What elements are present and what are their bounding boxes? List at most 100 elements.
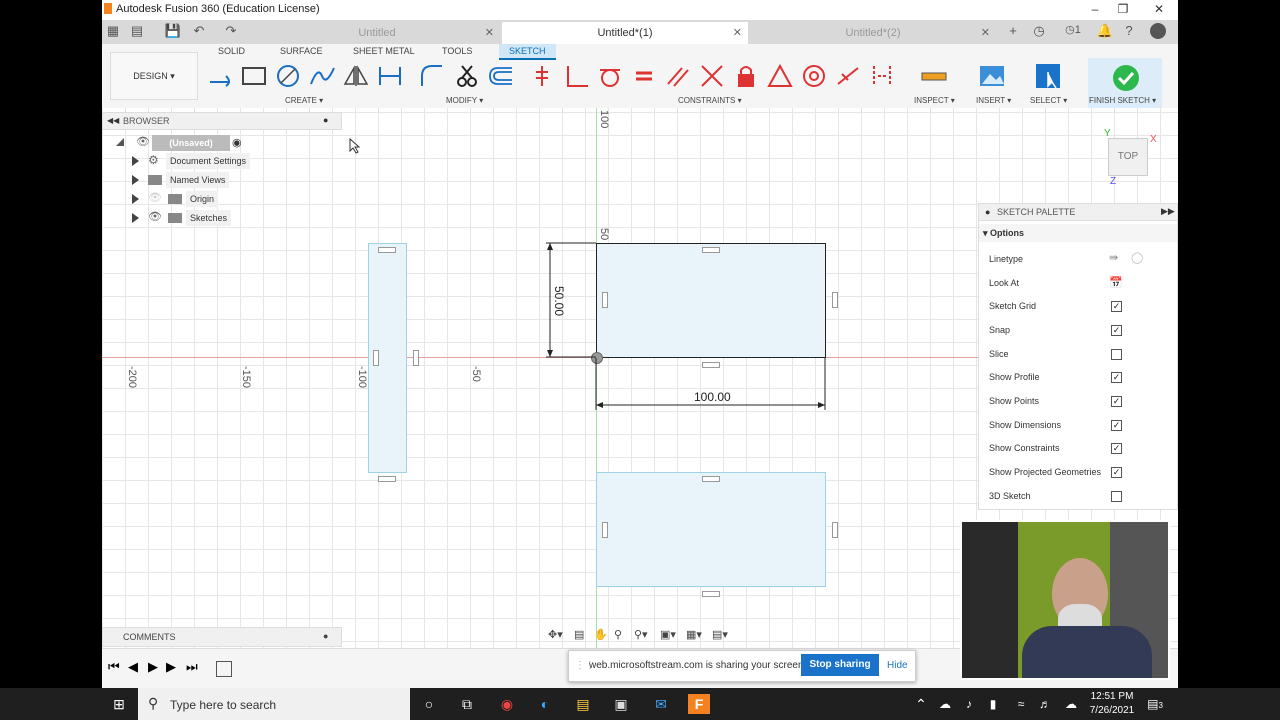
show-profile-checkbox[interactable]: ✓ bbox=[1111, 372, 1122, 383]
sketch-grid-checkbox[interactable]: ✓ bbox=[1111, 301, 1122, 312]
file-menu-icon[interactable]: ▤ bbox=[128, 23, 146, 39]
add-comment-icon[interactable]: ● bbox=[323, 631, 328, 641]
spline-tool-icon[interactable] bbox=[308, 62, 336, 90]
onedrive-icon[interactable]: ☁ bbox=[934, 694, 956, 714]
parallel-constraint-icon[interactable] bbox=[664, 62, 692, 90]
symmetry-constraint-icon[interactable] bbox=[766, 62, 794, 90]
3d-sketch-checkbox[interactable] bbox=[1111, 491, 1122, 502]
snap-checkbox[interactable]: ✓ bbox=[1111, 325, 1122, 336]
tab-untitled-1[interactable]: Untitled*(1) ✕ bbox=[502, 22, 748, 44]
insert-image-icon[interactable] bbox=[978, 62, 1006, 90]
options-section-header[interactable]: ▾ Options bbox=[979, 224, 1177, 242]
edge-handle[interactable] bbox=[832, 522, 838, 538]
perpendicular-constraint-icon[interactable] bbox=[562, 62, 590, 90]
constraints-group-label[interactable]: CONSTRAINTS ▾ bbox=[678, 96, 742, 105]
mail-icon[interactable]: ✉ bbox=[650, 694, 672, 714]
restore-button[interactable]: ❐ bbox=[1110, 1, 1136, 17]
chrome-icon[interactable]: ◉ bbox=[496, 694, 518, 714]
dimension-horizontal[interactable]: 100.00 bbox=[694, 390, 731, 404]
taskbar-search[interactable]: ⚲ Type here to search bbox=[138, 688, 410, 720]
expand-icon[interactable] bbox=[132, 175, 139, 185]
select-tool-icon[interactable] bbox=[1034, 62, 1062, 90]
go-to-start-icon[interactable]: ⏮ bbox=[108, 659, 120, 675]
edge-handle[interactable] bbox=[602, 522, 608, 538]
file-explorer-icon[interactable]: ▤ bbox=[572, 694, 594, 714]
clock-icon[interactable]: ◷ bbox=[1030, 23, 1048, 39]
microphone-icon[interactable]: ♪ bbox=[958, 694, 980, 714]
select-group-label[interactable]: SELECT ▾ bbox=[1030, 96, 1067, 105]
edge-handle[interactable] bbox=[413, 350, 419, 366]
tab-sketch[interactable]: SKETCH bbox=[499, 44, 556, 60]
job-status-icon[interactable]: ◷1 bbox=[1058, 23, 1088, 36]
pin-icon[interactable]: ● bbox=[985, 207, 990, 217]
expand-icon[interactable] bbox=[132, 156, 139, 166]
browser-item-named-views[interactable]: Named Views bbox=[166, 172, 230, 188]
grid-settings-icon[interactable]: ▦▾ bbox=[686, 628, 702, 641]
battery-icon[interactable]: ▮ bbox=[982, 694, 1004, 714]
task-view-icon[interactable]: ⧉ bbox=[456, 694, 478, 714]
close-tab-icon[interactable]: ✕ bbox=[485, 22, 494, 44]
smooth-constraint-icon[interactable] bbox=[868, 62, 896, 90]
undo-icon[interactable]: ↶ bbox=[190, 23, 208, 39]
inspect-group-label[interactable]: INSPECT ▾ bbox=[914, 96, 955, 105]
expand-icon[interactable] bbox=[132, 194, 139, 204]
root-component[interactable]: (Unsaved) bbox=[152, 135, 230, 151]
minimize-button[interactable]: – bbox=[1082, 1, 1108, 17]
visibility-eye-icon[interactable]: 👁 bbox=[136, 135, 150, 148]
collinear-constraint-icon[interactable] bbox=[834, 62, 862, 90]
go-to-end-icon[interactable]: ⏭ bbox=[186, 659, 198, 675]
browser-item-sketches[interactable]: Sketches bbox=[186, 210, 232, 226]
step-back-icon[interactable]: ◀ bbox=[128, 659, 138, 675]
zoom-window-icon[interactable]: ⚲ bbox=[614, 628, 622, 641]
redo-icon[interactable]: ↷ bbox=[222, 23, 240, 39]
measure-tool-icon[interactable] bbox=[920, 62, 948, 90]
grid-menu-icon[interactable]: ▦ bbox=[104, 23, 122, 39]
viewcube[interactable]: TOP bbox=[1108, 138, 1148, 176]
visibility-eye-icon[interactable]: 👁 bbox=[148, 191, 162, 204]
viewports-icon[interactable]: ▤▾ bbox=[712, 628, 728, 641]
mirror-tool-icon[interactable] bbox=[342, 62, 370, 90]
show-points-checkbox[interactable]: ✓ bbox=[1111, 396, 1122, 407]
edge-handle[interactable] bbox=[373, 350, 379, 366]
browser-item-document-settings[interactable]: Document Settings bbox=[166, 153, 251, 169]
fillet-tool-icon[interactable] bbox=[418, 62, 446, 90]
modify-group-label[interactable]: MODIFY ▾ bbox=[446, 96, 483, 105]
edge-handle[interactable] bbox=[378, 476, 396, 482]
linetype-centerline-icon[interactable]: ◯ bbox=[1131, 251, 1143, 264]
show-constraints-checkbox[interactable]: ✓ bbox=[1111, 443, 1122, 454]
show-projected-geometries-checkbox[interactable]: ✓ bbox=[1111, 467, 1122, 478]
activate-radio-icon[interactable]: ◉ bbox=[232, 136, 242, 149]
close-button[interactable]: ✕ bbox=[1146, 1, 1172, 17]
orbit-icon[interactable]: ✥▾ bbox=[548, 628, 563, 641]
hide-button[interactable]: Hide bbox=[887, 660, 908, 671]
dimension-tool-icon[interactable] bbox=[376, 62, 404, 90]
expand-icon[interactable] bbox=[132, 213, 139, 223]
close-tab-icon[interactable]: ✕ bbox=[981, 22, 990, 44]
tangent-constraint-icon[interactable] bbox=[596, 62, 624, 90]
stop-sharing-button[interactable]: Stop sharing bbox=[801, 654, 879, 676]
dimension-vertical[interactable]: 50.00 bbox=[552, 286, 566, 316]
edge-handle[interactable] bbox=[378, 247, 396, 253]
tray-overflow-icon[interactable]: ⌃ bbox=[910, 694, 932, 714]
help-icon[interactable]: ? bbox=[1120, 23, 1138, 38]
step-forward-icon[interactable]: ▶ bbox=[166, 659, 176, 675]
look-at-icon[interactable]: 📅 bbox=[1109, 276, 1123, 289]
expand-root-icon[interactable] bbox=[116, 138, 124, 146]
trim-tool-icon[interactable] bbox=[452, 62, 480, 90]
cortana-icon[interactable]: ○ bbox=[418, 694, 440, 714]
midpoint-constraint-icon[interactable] bbox=[698, 62, 726, 90]
windows-start-icon[interactable]: ⊞ bbox=[108, 694, 130, 714]
equal-constraint-icon[interactable] bbox=[630, 62, 658, 90]
pin-icon[interactable]: ● bbox=[323, 115, 328, 125]
tab-untitled-2[interactable]: Untitled*(2) ✕ bbox=[750, 22, 996, 44]
tab-surface[interactable]: SURFACE bbox=[280, 46, 323, 56]
finish-sketch-label[interactable]: FINISH SKETCH ▾ bbox=[1089, 96, 1156, 105]
save-icon[interactable]: 💾 bbox=[164, 23, 182, 39]
tab-sheet-metal[interactable]: SHEET METAL bbox=[353, 46, 415, 56]
circle-tool-icon[interactable] bbox=[274, 62, 302, 90]
concentric-constraint-icon[interactable] bbox=[800, 62, 828, 90]
wifi-icon[interactable]: ≈ bbox=[1010, 694, 1032, 714]
cloud-sync-icon[interactable]: ☁ bbox=[1060, 694, 1082, 714]
show-dimensions-checkbox[interactable]: ✓ bbox=[1111, 420, 1122, 431]
slice-checkbox[interactable] bbox=[1111, 349, 1122, 360]
